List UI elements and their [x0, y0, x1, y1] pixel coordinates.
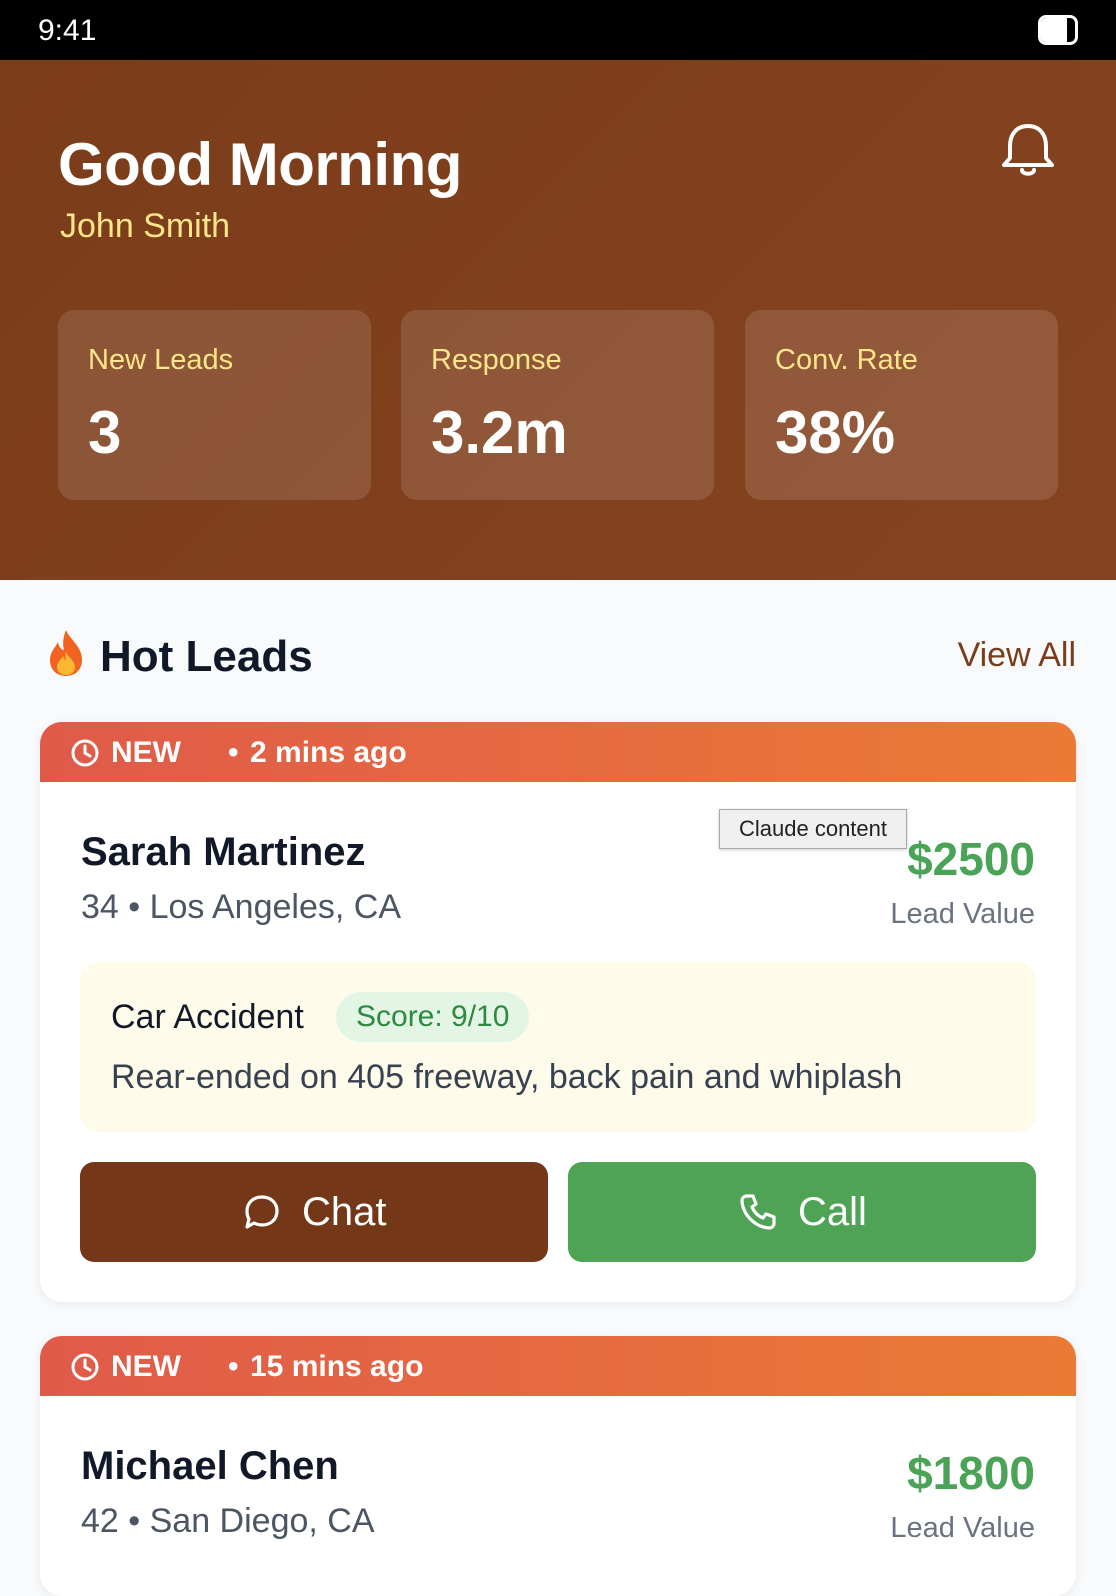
- stat-label: New Leads: [88, 344, 234, 376]
- stat-value: 3.2m: [431, 399, 568, 466]
- clock-icon: [71, 1353, 99, 1381]
- lead-meta: 42 • San Diego, CA: [81, 1502, 375, 1540]
- tooltip: Claude content: [719, 809, 907, 849]
- case-type: Car Accident: [111, 998, 304, 1036]
- section-title: Hot Leads: [100, 632, 313, 681]
- phone-icon: [740, 1194, 776, 1230]
- lead-value-label: Lead Value: [890, 1512, 1035, 1544]
- case-description: Rear-ended on 405 freeway, back pain and…: [111, 1058, 903, 1096]
- separator-dot: •: [228, 1350, 239, 1383]
- case-details: Car Accident Score: 9/10 Rear-ended on 4…: [80, 962, 1036, 1132]
- lead-time-ago: 15 mins ago: [250, 1350, 424, 1383]
- stat-value: 3: [88, 399, 122, 466]
- lead-value: $2500: [907, 833, 1035, 885]
- stat-value: 38%: [775, 399, 896, 466]
- lead-status: NEW: [111, 736, 181, 769]
- lead-name: Michael Chen: [81, 1444, 339, 1488]
- chat-button-label: Chat: [302, 1190, 387, 1234]
- greeting: Good Morning: [58, 131, 462, 198]
- stat-card-conv-rate: Conv. Rate 38%: [745, 310, 1058, 500]
- lead-status: NEW: [111, 1350, 181, 1383]
- clock-icon: [71, 739, 99, 767]
- stat-card-new-leads: New Leads 3: [58, 310, 371, 500]
- bell-icon[interactable]: [998, 118, 1058, 182]
- lead-card[interactable]: NEW • 15 mins ago Michael Chen 42 • San …: [40, 1336, 1076, 1596]
- battery-level: [1041, 18, 1067, 42]
- lead-value: $1800: [907, 1447, 1035, 1499]
- status-bar: 9:41: [0, 0, 1116, 60]
- header: Good Morning John Smith New Leads 3 Resp…: [0, 60, 1116, 580]
- lead-status-banner: NEW • 2 mins ago: [40, 722, 1076, 782]
- view-all-link[interactable]: View All: [958, 636, 1076, 675]
- stat-label: Response: [431, 344, 562, 376]
- lead-meta: 34 • Los Angeles, CA: [81, 888, 401, 926]
- score-badge: Score: 9/10: [336, 992, 530, 1042]
- call-button[interactable]: Call: [568, 1162, 1036, 1262]
- lead-name: Sarah Martinez: [81, 830, 366, 874]
- stat-label: Conv. Rate: [775, 344, 918, 376]
- chat-button[interactable]: Chat: [80, 1162, 548, 1262]
- stat-card-response: Response 3.2m: [401, 310, 714, 500]
- hot-leads-header: Hot Leads View All: [40, 628, 1076, 688]
- separator-dot: •: [228, 736, 239, 769]
- lead-value-label: Lead Value: [890, 898, 1035, 930]
- lead-time-ago: 2 mins ago: [250, 736, 407, 769]
- lead-status-banner: NEW • 15 mins ago: [40, 1336, 1076, 1396]
- status-time: 9:41: [38, 14, 97, 47]
- chat-bubble-icon: [245, 1195, 279, 1229]
- lead-card[interactable]: NEW • 2 mins ago Sarah Martinez 34 • Los…: [40, 722, 1076, 1302]
- user-name: John Smith: [60, 207, 231, 245]
- call-button-label: Call: [798, 1190, 867, 1234]
- battery-icon: [1038, 15, 1078, 45]
- fire-icon: [50, 630, 82, 676]
